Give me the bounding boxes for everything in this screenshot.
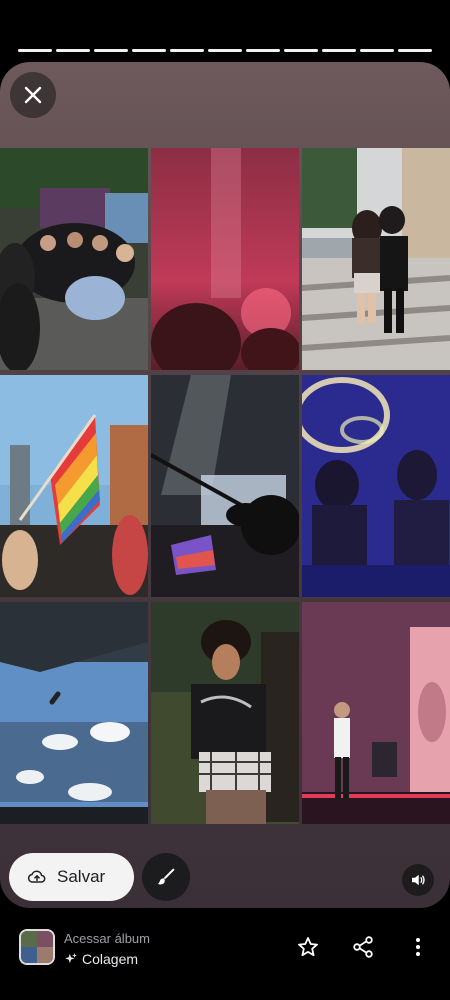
sound-button[interactable] [402, 864, 434, 896]
save-button[interactable]: Salvar [9, 853, 134, 901]
progress-segment [94, 49, 128, 52]
progress-segment [360, 49, 394, 52]
photo-concert-red-lights[interactable] [151, 148, 299, 370]
more-vert-icon [416, 938, 420, 956]
save-label: Salvar [57, 867, 106, 886]
progress-segment [284, 49, 318, 52]
photo-concert-flag-silhouette[interactable] [151, 375, 299, 597]
progress-segment [56, 49, 90, 52]
close-icon [24, 86, 42, 104]
share-icon [353, 936, 373, 958]
access-album-label: Acessar álbum [64, 931, 150, 946]
collage-card: Salvar [0, 62, 450, 908]
album-type: Colagem [64, 951, 150, 967]
progress-segment [170, 49, 204, 52]
photo-singer-stage[interactable] [302, 602, 450, 824]
progress-segment [246, 49, 280, 52]
volume-icon [412, 874, 425, 886]
close-button[interactable] [10, 72, 56, 118]
brush-icon [157, 868, 175, 885]
photo-two-women-purple[interactable] [302, 375, 450, 597]
sparkle-icon [65, 953, 77, 964]
more-options-button[interactable] [403, 932, 433, 962]
collage-grid [0, 148, 450, 824]
cloud-upload-icon [27, 870, 46, 883]
progress-segment [18, 49, 52, 52]
album-info[interactable]: Acessar álbum Colagem [64, 931, 150, 967]
progress-segment [322, 49, 356, 52]
favorite-button[interactable] [293, 932, 323, 962]
app-screen: Salvar Acessar álbum Colagem [0, 0, 450, 1000]
progress-segment [398, 49, 432, 52]
progress-segment [208, 49, 242, 52]
progress-segment [132, 49, 166, 52]
photo-airplane-window[interactable] [0, 602, 148, 824]
photo-group-friends[interactable] [0, 148, 148, 370]
share-button[interactable] [348, 932, 378, 962]
photo-rainbow-flag[interactable] [0, 375, 148, 597]
bottom-bar: Acessar álbum Colagem [0, 918, 450, 978]
photo-couple-street[interactable] [302, 148, 450, 370]
photo-woman-portrait[interactable] [151, 602, 299, 824]
edit-button[interactable] [142, 853, 190, 901]
story-progress [18, 49, 432, 52]
album-type-label: Colagem [82, 951, 139, 967]
album-thumbnail[interactable] [19, 929, 55, 965]
star-icon [298, 937, 318, 957]
